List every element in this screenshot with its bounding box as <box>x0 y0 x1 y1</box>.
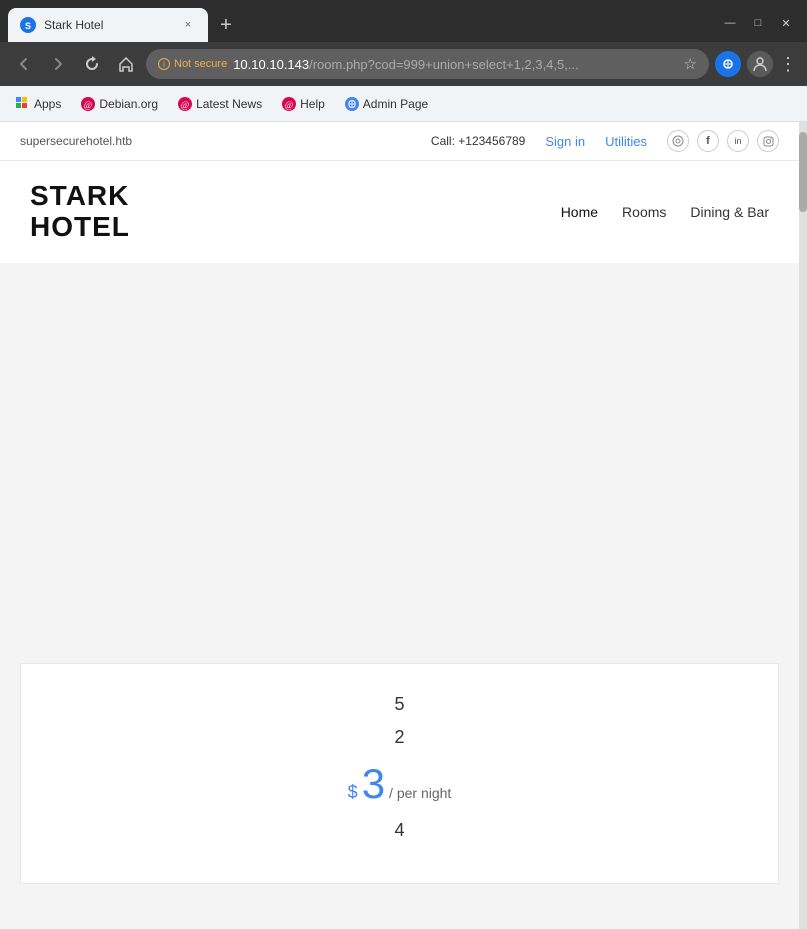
hotel-name-line2: HOTEL <box>30 212 130 243</box>
website-wrap: supersecurehotel.htb Call: +123456789 Si… <box>0 122 807 929</box>
top-info-bar: supersecurehotel.htb Call: +123456789 Si… <box>0 122 799 161</box>
nav-rooms[interactable]: Rooms <box>622 204 666 220</box>
bookmark-star-icon[interactable]: ☆ <box>684 55 697 73</box>
window-controls: — □ ✕ <box>717 14 799 36</box>
latestnews-icon: @ <box>178 97 192 111</box>
svg-text:S: S <box>25 21 31 31</box>
nav-home[interactable]: Home <box>561 204 598 220</box>
nav-dining[interactable]: Dining & Bar <box>690 204 769 220</box>
chrome-vpn-icon <box>715 51 741 77</box>
browser-chrome: S Stark Hotel × + — □ ✕ <box>0 0 807 122</box>
tab-bar: S Stark Hotel × + — □ ✕ <box>0 0 807 42</box>
active-tab[interactable]: S Stark Hotel × <box>8 8 208 42</box>
hotel-name-line1: STARK <box>30 181 130 212</box>
url-path: /room.php?cod=999+union+select+1,2,3,4,5… <box>309 57 579 72</box>
price-per-night: / per night <box>389 785 451 801</box>
bookmark-help-label: Help <box>300 97 325 111</box>
room-card: 5 2 $ 3 / per night 4 <box>20 663 779 884</box>
price-row: $ 3 / per night <box>348 760 452 808</box>
svg-text:@: @ <box>285 100 293 110</box>
home-button[interactable] <box>112 50 140 78</box>
maximize-button[interactable]: □ <box>745 14 771 32</box>
room-number-2: 2 <box>394 727 404 748</box>
bookmark-latestnews[interactable]: @ Latest News <box>170 93 270 115</box>
close-window-button[interactable]: ✕ <box>773 14 799 32</box>
url-domain: 10.10.10.143 <box>233 57 309 72</box>
website-content: supersecurehotel.htb Call: +123456789 Si… <box>0 122 799 929</box>
svg-text:@: @ <box>84 100 92 110</box>
social-icon-instagram[interactable] <box>757 130 779 152</box>
room-number-1: 5 <box>394 694 404 715</box>
profile-button[interactable] <box>747 51 773 77</box>
room-number-3: 4 <box>394 820 404 841</box>
bookmark-help[interactable]: @ Help <box>274 93 333 115</box>
social-icons: f in <box>667 130 779 152</box>
forward-button[interactable] <box>44 50 72 78</box>
call-info: Call: +123456789 <box>431 134 525 148</box>
scrollbar[interactable] <box>799 122 807 929</box>
bookmark-adminpage-label: Admin Page <box>363 97 428 111</box>
price-dollar: $ <box>348 782 358 803</box>
price-amount: 3 <box>362 760 385 808</box>
adminpage-icon <box>345 97 359 111</box>
apps-grid-icon <box>16 97 30 111</box>
signin-link[interactable]: Sign in <box>545 134 585 149</box>
utilities-link[interactable]: Utilities <box>605 134 647 149</box>
bookmark-apps-label: Apps <box>34 97 61 111</box>
bookmark-debian[interactable]: @ Debian.org <box>73 93 166 115</box>
address-bar: i Not secure 10.10.10.143/room.php?cod=9… <box>0 42 807 86</box>
social-icon-facebook[interactable]: f <box>697 130 719 152</box>
new-tab-button[interactable]: + <box>212 11 240 39</box>
security-indicator: i Not secure <box>158 58 227 70</box>
site-domain: supersecurehotel.htb <box>20 134 132 148</box>
social-icon-linkedin[interactable]: in <box>727 130 749 152</box>
address-input[interactable]: i Not secure 10.10.10.143/room.php?cod=9… <box>146 49 709 79</box>
bookmark-apps[interactable]: Apps <box>8 93 69 115</box>
bookmark-debian-label: Debian.org <box>99 97 158 111</box>
hotel-header: STARK HOTEL Home Rooms Dining & Bar <box>0 161 799 263</box>
hero-area <box>0 263 799 663</box>
hotel-logo: STARK HOTEL <box>30 181 130 243</box>
svg-text:i: i <box>163 60 165 69</box>
reload-button[interactable] <box>78 50 106 78</box>
scrollbar-thumb[interactable] <box>799 132 807 212</box>
tab-close-button[interactable]: × <box>180 17 196 33</box>
tab-title: Stark Hotel <box>44 18 172 32</box>
help-icon: @ <box>282 97 296 111</box>
back-button[interactable] <box>10 50 38 78</box>
chrome-menu-button[interactable]: ⋮ <box>779 54 797 75</box>
social-icon-circle[interactable] <box>667 130 689 152</box>
bookmark-latestnews-label: Latest News <box>196 97 262 111</box>
tab-favicon: S <box>20 17 36 33</box>
hotel-nav: Home Rooms Dining & Bar <box>561 204 769 220</box>
minimize-button[interactable]: — <box>717 14 743 32</box>
address-url: 10.10.10.143/room.php?cod=999+union+sele… <box>233 57 677 72</box>
svg-text:@: @ <box>181 100 189 110</box>
debian-icon: @ <box>81 97 95 111</box>
bookmark-adminpage[interactable]: Admin Page <box>337 93 436 115</box>
bookmarks-bar: Apps @ Debian.org @ Latest News <box>0 86 807 122</box>
security-label: Not secure <box>174 58 227 70</box>
